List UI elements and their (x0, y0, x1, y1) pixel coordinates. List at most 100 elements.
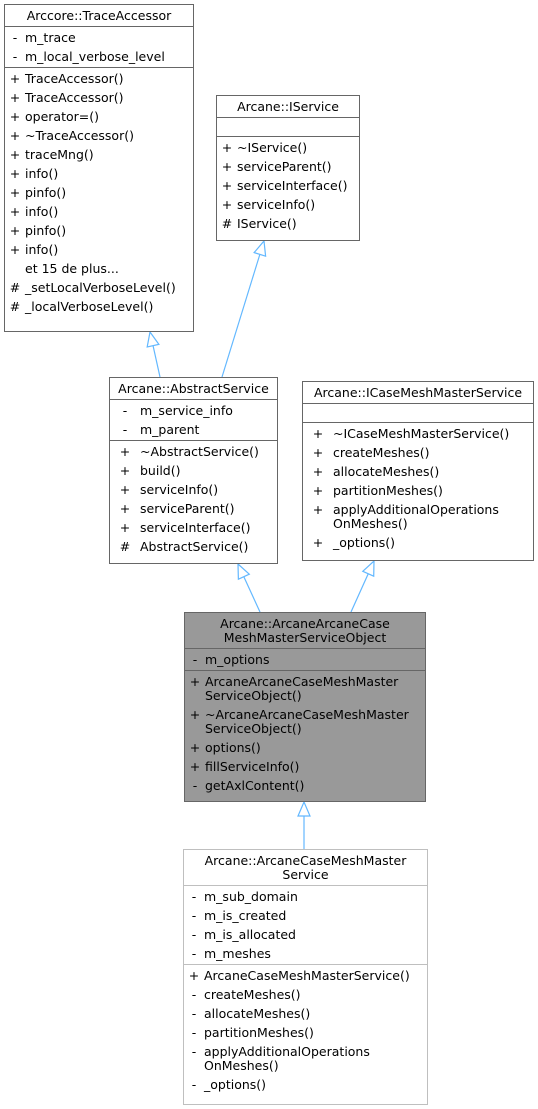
attributes-section: - m_sub_domain - m_is_created - m_is_allocate… (184, 886, 427, 965)
visibility-marker: - (122, 403, 128, 418)
method-row[interactable]: - applyAdditionalOperations OnMeshes() (184, 1042, 427, 1075)
visibility-marker: + (119, 444, 131, 459)
attribute-row[interactable]: - m_service_info (110, 401, 277, 420)
method-row[interactable]: - _options() (184, 1075, 427, 1094)
visibility-marker: # (9, 299, 21, 314)
inheritance-arrowhead-icon (146, 330, 160, 348)
visibility-marker: + (9, 90, 21, 105)
method-row[interactable]: + serviceInterface() (110, 518, 277, 537)
method-row[interactable]: + createMeshes() (303, 443, 533, 462)
method-row[interactable]: + serviceParent() (217, 157, 359, 176)
attribute-row-name: m_meshes (204, 946, 271, 961)
method-row[interactable]: + serviceInterface() (217, 176, 359, 195)
method-row[interactable]: # _setLocalVerboseLevel() (5, 278, 193, 297)
method-row[interactable]: + fillServiceInfo() (185, 757, 425, 776)
method-row-name: info() (25, 166, 59, 181)
method-row[interactable]: - partitionMeshes() (184, 1023, 427, 1042)
methods-section: + ArcaneCaseMeshMasterService() - createMes… (184, 965, 427, 1095)
method-row-name: createMeshes() (333, 445, 430, 460)
method-row[interactable]: - allocateMeshes() (184, 1004, 427, 1023)
visibility-marker: + (221, 197, 233, 212)
method-row[interactable]: + applyAdditionalOperations OnMeshes() (303, 500, 533, 533)
visibility-marker: + (189, 674, 201, 689)
method-row[interactable]: + ~ArcaneArcaneCaseMeshMaster ServiceObje… (185, 705, 425, 738)
method-row[interactable]: + info() (5, 202, 193, 221)
method-row[interactable]: + ~IService() (217, 138, 359, 157)
method-row[interactable]: + serviceParent() (110, 499, 277, 518)
methods-section: + ~IService() + serviceParent() + serviceInte… (217, 137, 359, 234)
method-row[interactable]: - getAxlContent() (185, 776, 425, 795)
method-row[interactable]: + info() (5, 240, 193, 259)
method-row[interactable]: + ~AbstractService() (110, 442, 277, 461)
method-row[interactable]: + ArcaneCaseMeshMasterService() (184, 966, 427, 985)
visibility-marker: # (221, 216, 233, 231)
method-row[interactable]: + build() (110, 461, 277, 480)
method-row[interactable]: - createMeshes() (184, 985, 427, 1004)
attribute-row[interactable]: - m_is_created (184, 906, 427, 925)
attribute-row[interactable]: - m_is_allocated (184, 925, 427, 944)
method-row-name: info() (25, 242, 59, 257)
visibility-marker: - (191, 987, 197, 1002)
attributes-section (303, 404, 533, 423)
class-icase-mesh-master-service[interactable]: Arcane::ICaseMeshMasterService + ~ICaseMes… (302, 381, 534, 561)
attribute-row[interactable]: - m_parent (110, 420, 277, 439)
method-row[interactable]: + ArcaneArcaneCaseMeshMaster ServiceObjec… (185, 672, 425, 705)
method-row[interactable]: # _localVerboseLevel() (5, 297, 193, 316)
visibility-marker: + (221, 140, 233, 155)
visibility-marker: + (9, 128, 21, 143)
method-row[interactable]: + info() (5, 164, 193, 183)
method-row[interactable]: + partitionMeshes() (303, 481, 533, 500)
visibility-marker: + (312, 426, 324, 441)
method-row[interactable]: + ~ICaseMeshMasterService() (303, 424, 533, 443)
method-row[interactable]: + TraceAccessor() (5, 88, 193, 107)
visibility-marker: + (188, 968, 200, 983)
method-row[interactable]: + options() (185, 738, 425, 757)
visibility-marker: - (192, 778, 198, 793)
method-row[interactable]: + allocateMeshes() (303, 462, 533, 481)
method-row[interactable]: + serviceInfo() (110, 480, 277, 499)
method-row-name: ~ArcaneArcaneCaseMeshMaster ServiceObjec… (205, 707, 409, 736)
method-row[interactable]: + TraceAccessor() (5, 69, 193, 88)
method-row[interactable]: + pinfo() (5, 221, 193, 240)
class-abstract-service[interactable]: Arcane::AbstractService - m_service_info - m… (109, 377, 278, 564)
method-row-name: allocateMeshes() (204, 1006, 311, 1021)
method-row-name: _setLocalVerboseLevel() (25, 280, 176, 295)
method-row-name: serviceInterface() (237, 178, 348, 193)
visibility-marker: - (191, 908, 197, 923)
visibility-marker: + (9, 185, 21, 200)
attribute-row-name: m_options (205, 652, 270, 667)
method-row[interactable]: + serviceInfo() (217, 195, 359, 214)
method-row[interactable]: + operator=() (5, 107, 193, 126)
attribute-row[interactable]: - m_trace (5, 28, 193, 47)
method-row-name: createMeshes() (204, 987, 301, 1002)
method-row[interactable]: + _options() (303, 533, 533, 552)
visibility-marker: - (191, 1025, 197, 1040)
attribute-row[interactable]: - m_options (185, 650, 425, 669)
attribute-row[interactable]: - m_meshes (184, 944, 427, 963)
visibility-marker: + (9, 204, 21, 219)
method-row-name: TraceAccessor() (25, 71, 124, 86)
visibility-marker: - (191, 927, 197, 942)
attribute-row-name: m_parent (140, 422, 200, 437)
inheritance-edge (243, 576, 261, 613)
attribute-row[interactable]: - m_sub_domain (184, 887, 427, 906)
visibility-marker: + (221, 178, 233, 193)
visibility-marker: + (119, 482, 131, 497)
class-iservice[interactable]: Arcane::IService + ~IService() + servicePare… (216, 95, 360, 241)
method-row[interactable]: # IService() (217, 214, 359, 233)
visibility-marker (5, 262, 25, 276)
attributes-section: - m_options (185, 649, 425, 671)
visibility-marker: + (9, 166, 21, 181)
method-row[interactable]: # AbstractService() (110, 537, 277, 556)
method-row[interactable]: + traceMng() (5, 145, 193, 164)
method-row[interactable]: + pinfo() (5, 183, 193, 202)
visibility-marker: + (189, 740, 201, 755)
class-arcane-arcane-case-mesh-master-service-object[interactable]: Arcane::ArcaneArcaneCase MeshMasterServi… (184, 612, 426, 802)
attribute-row[interactable]: - m_local_verbose_level (5, 47, 193, 66)
visibility-marker: + (189, 707, 201, 722)
class-trace-accessor[interactable]: Arccore::TraceAccessor - m_trace - m_local_v… (4, 4, 194, 332)
method-row[interactable]: + ~TraceAccessor() (5, 126, 193, 145)
attribute-row-name: m_trace (25, 30, 76, 45)
class-arcane-case-mesh-master-service[interactable]: Arcane::ArcaneCaseMeshMaster Service - m_s… (183, 849, 428, 1105)
method-row[interactable]: et 15 de plus... (5, 259, 193, 278)
